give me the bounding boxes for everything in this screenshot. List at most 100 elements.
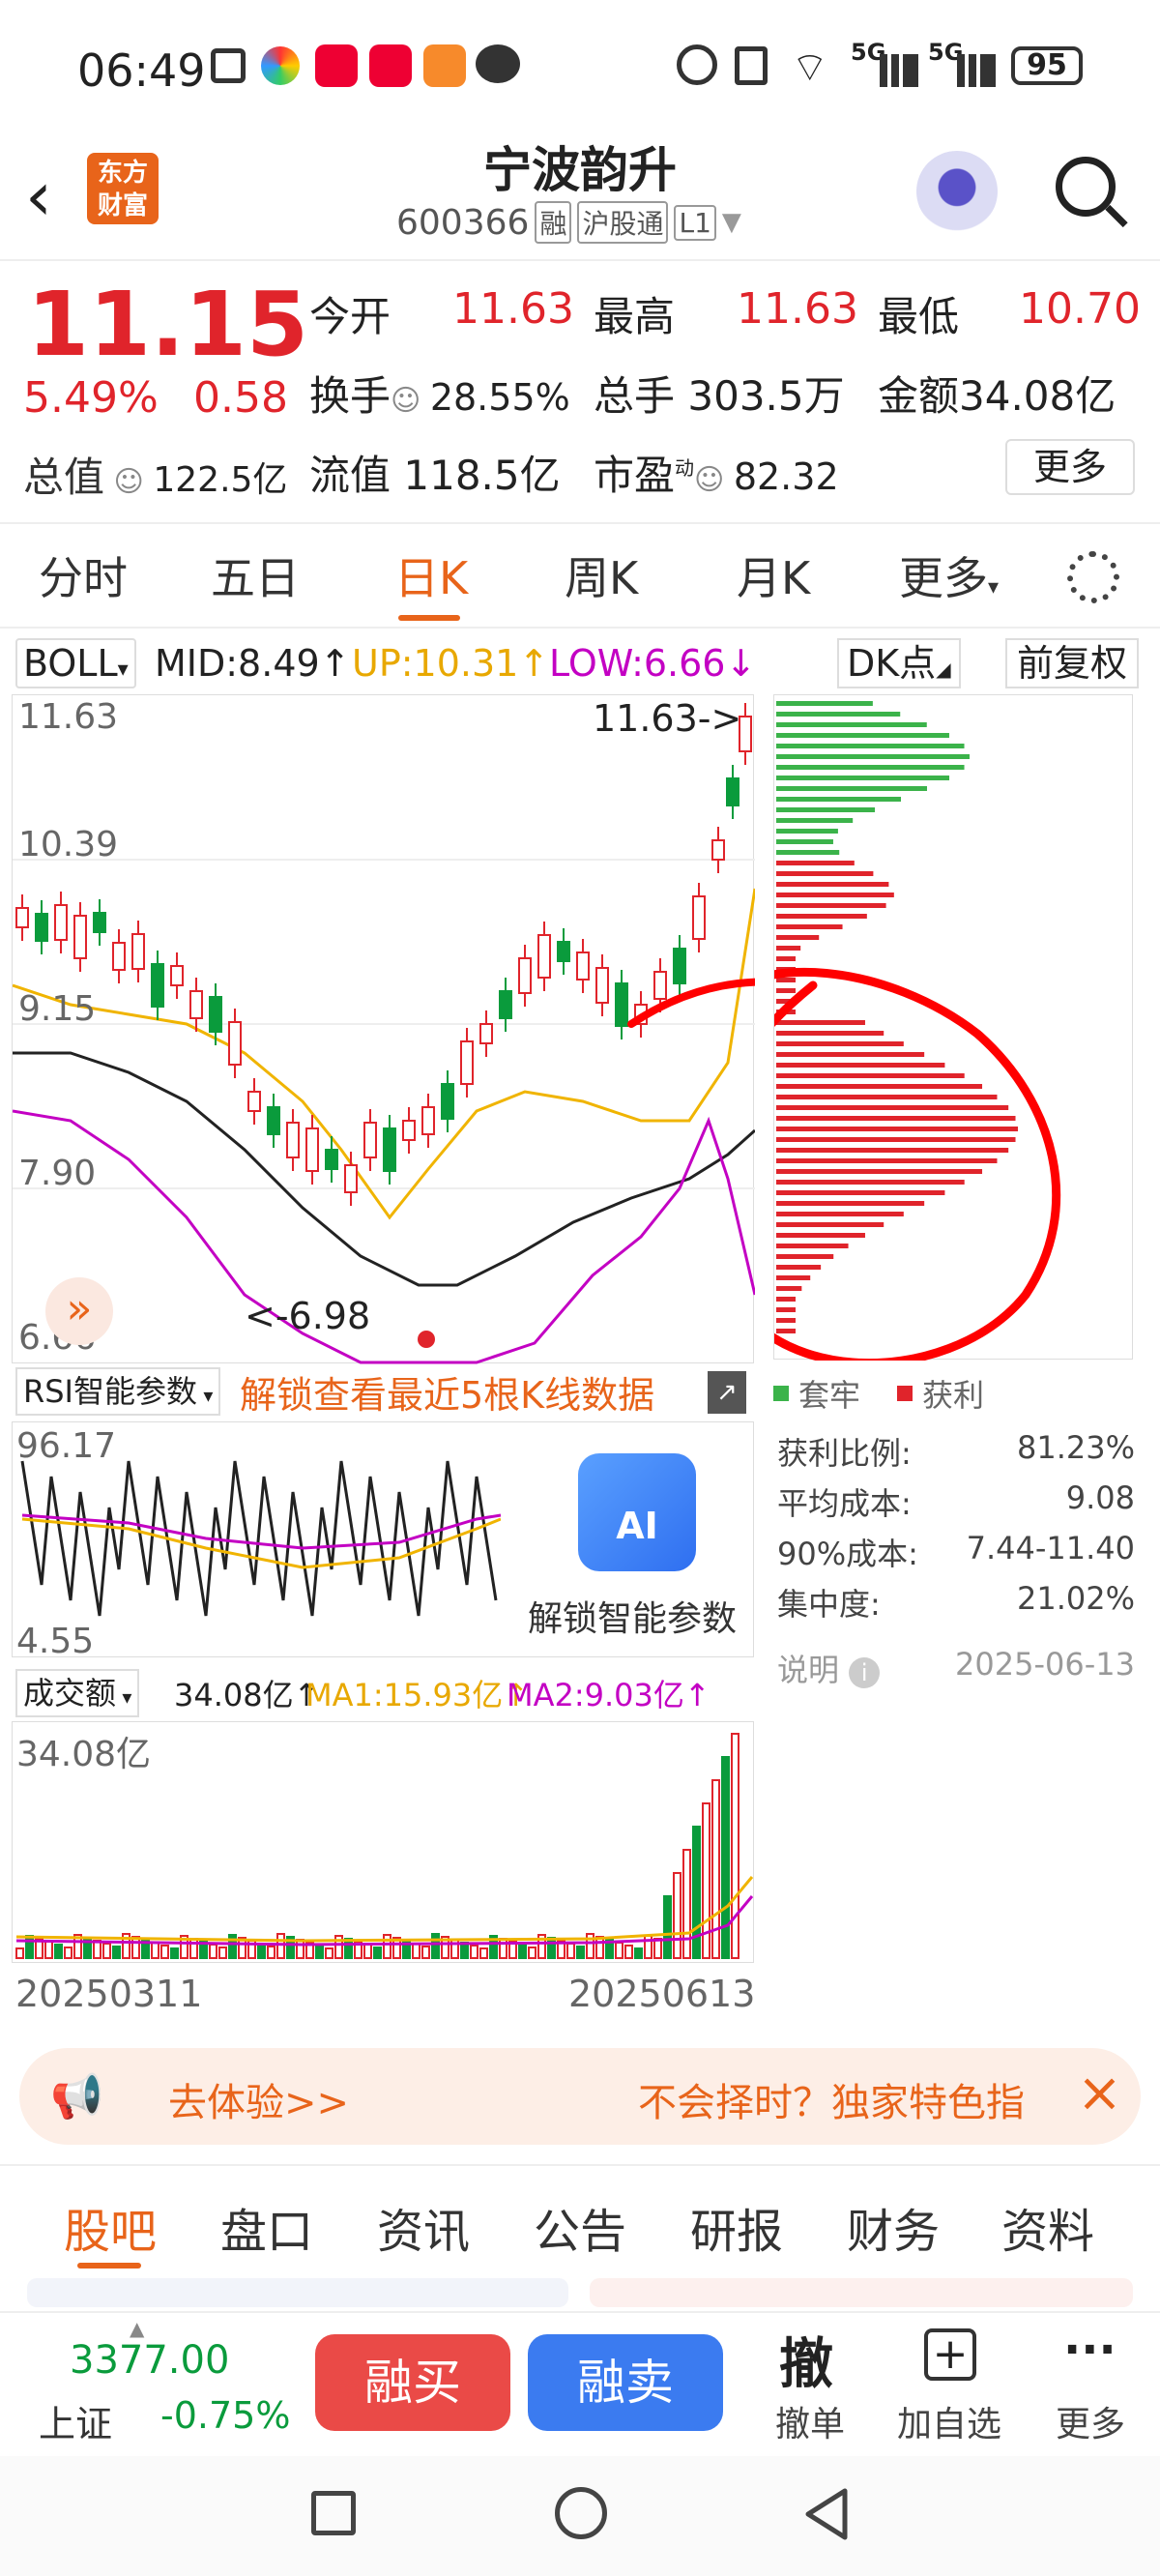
tab-5day[interactable]: 五日 (211, 543, 300, 607)
ai-icon[interactable]: AI (578, 1453, 696, 1571)
candle-body (344, 1164, 358, 1193)
content-card-placeholder-2 (590, 2278, 1133, 2307)
rsi-tick-bottom: 4.55 (16, 1622, 95, 1661)
candle-body (112, 942, 126, 971)
chip-bar (776, 1031, 884, 1036)
tab-guba[interactable]: 股吧 (64, 2193, 157, 2261)
active-tab-indicator (398, 615, 460, 621)
boll-name: BOLL (23, 642, 118, 685)
chip-bar (776, 1265, 822, 1270)
trade-footer: ▲ 3377.00 上证 -0.75% 融买 融卖 撤 撤单 + 加自选 ···… (0, 2311, 1160, 2456)
cancel-order-icon[interactable]: 撤 (779, 2321, 833, 2399)
chip-bar (776, 1297, 796, 1302)
volume-selector[interactable]: 成交额 ▾ (15, 1669, 140, 1717)
pe-info-icon[interactable]: ☺ (694, 463, 734, 497)
settings-gear-icon[interactable] (1067, 551, 1119, 603)
robot-assistant-icon[interactable] (916, 151, 998, 232)
home-icon[interactable] (555, 2487, 607, 2539)
tab-research[interactable]: 研报 (690, 2193, 783, 2261)
candle-body (286, 1122, 300, 1158)
y-tick-2: 10.39 (18, 825, 119, 864)
kline-svg (13, 703, 755, 1364)
tab-profile[interactable]: 资料 (1001, 2193, 1094, 2261)
more-dots-icon[interactable]: ··· (1063, 2323, 1116, 2377)
stock-code-row: 600366 融 沪股通 L1 ▼ (396, 201, 741, 244)
level-badge: L1 (674, 204, 716, 241)
tab-monthly-k[interactable]: 月K (737, 543, 810, 607)
margin-sell-button[interactable]: 融卖 (528, 2334, 723, 2431)
more-quote-button[interactable]: 更多 (1005, 439, 1135, 495)
volume-total: 34.08亿↑ (174, 1677, 320, 1713)
back-nav-icon[interactable] (798, 2485, 856, 2543)
margin-badge: 融 (535, 201, 572, 244)
wifi-icon: ⌔ (791, 44, 829, 91)
chip-bar (776, 903, 886, 908)
ai-unlock-text[interactable]: 解锁智能参数 (528, 1591, 737, 1641)
expand-icon[interactable]: » (45, 1277, 113, 1345)
banner-left-link[interactable]: 去体验>> (168, 2071, 349, 2127)
index-value[interactable]: 3377.00 (70, 2338, 229, 2383)
chip-bar (776, 1148, 1009, 1153)
boll-selector[interactable]: BOLL▾ (15, 638, 136, 688)
rsi-line (20, 1460, 498, 1617)
tab-pankou[interactable]: 盘口 (220, 2193, 313, 2261)
tab-news[interactable]: 资讯 (377, 2193, 470, 2261)
volume-chart[interactable]: 34.08亿 (12, 1721, 754, 1963)
chip-row-label: 集中度: (777, 1586, 881, 1623)
chip-bar (776, 1190, 945, 1195)
promo-banner[interactable]: 📢 去体验>> 不会择时？独家特色指 × (19, 2048, 1141, 2145)
amount-row: 金额34.08亿 (878, 364, 1116, 423)
cancel-order-label[interactable]: 撤单 (775, 2396, 845, 2446)
volume-bar (218, 1947, 227, 1959)
chip-bar (776, 1318, 796, 1323)
dropdown-icon[interactable]: ▼ (722, 208, 741, 237)
tab-finance[interactable]: 财务 (847, 2193, 940, 2261)
collapse-icon[interactable]: ↗ (708, 1371, 746, 1414)
tab-more-caret: ▾ (988, 575, 1000, 600)
candle-body (170, 965, 184, 986)
date-start: 20250311 (15, 1973, 203, 2015)
tab-daily-k[interactable]: 日K (394, 543, 468, 607)
volume-bar (470, 1945, 478, 1959)
volume-bar (653, 1938, 662, 1959)
chip-bar (776, 1233, 865, 1238)
chip-bar (776, 712, 901, 717)
last-price: 11.15 (27, 273, 309, 376)
volume-bar (479, 1947, 488, 1959)
ai-unlock-overlay[interactable]: AI 解锁智能参数 (501, 1426, 752, 1654)
volume-bar (663, 1895, 672, 1959)
rsi-chart[interactable]: 96.17 4.55 AI 解锁智能参数 (12, 1421, 754, 1661)
volume-bar (151, 1942, 160, 1959)
rsi-unlock-link[interactable]: 解锁查看最近5根K线数据 (240, 1365, 654, 1419)
candle-body (151, 963, 164, 1008)
volume-caret: ▾ (116, 1685, 132, 1709)
info-icon[interactable]: ☺ (104, 465, 153, 499)
volume-bar (431, 1933, 440, 1959)
candle-body (228, 1021, 242, 1066)
chip-note-label: 说明 (777, 1652, 840, 1688)
tab-more[interactable]: 更多▾ (899, 543, 999, 607)
more-label[interactable]: 更多 (1056, 2396, 1125, 2446)
legend-profit: 获利 (922, 1377, 985, 1414)
high-marker: 11.63-> (593, 697, 742, 740)
volume-bar (267, 1946, 276, 1959)
add-watchlist-label[interactable]: 加自选 (897, 2396, 1001, 2446)
info-icon[interactable]: i (849, 1657, 881, 1688)
close-icon[interactable]: × (1077, 2062, 1122, 2124)
candle-body (460, 1040, 474, 1085)
content-card-placeholder (27, 2278, 568, 2307)
tab-weekly-k[interactable]: 周K (565, 543, 638, 607)
recents-icon[interactable] (311, 2491, 356, 2535)
turnover-info-icon[interactable]: ☺ (391, 384, 430, 418)
kline-chart[interactable]: 11.63 10.39 9.15 7.90 6.66 11.63-> <-6.9… (12, 694, 755, 1364)
tab-intraday[interactable]: 分时 (39, 543, 128, 607)
add-watchlist-icon[interactable]: + (924, 2328, 976, 2381)
chip-note[interactable]: 说明 i (777, 1646, 881, 1696)
adjust-price-button[interactable]: 前复权 (1005, 638, 1140, 688)
volume-bar (499, 1938, 508, 1959)
dk-point-selector[interactable]: DK点◢ (837, 638, 961, 688)
change-value: 0.58 (193, 373, 288, 423)
margin-buy-button[interactable]: 融买 (315, 2334, 510, 2431)
rsi-selector[interactable]: RSI智能参数 ▾ (15, 1367, 221, 1416)
tab-announcements[interactable]: 公告 (534, 2193, 626, 2261)
